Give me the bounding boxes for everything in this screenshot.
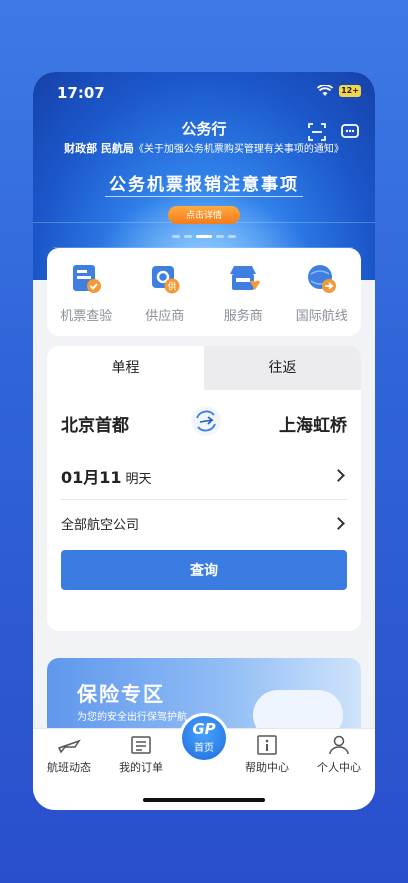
quick-entry-label: 国际航线 bbox=[295, 309, 348, 324]
tab-round-trip[interactable]: 往返 bbox=[204, 346, 361, 390]
banner-subtitle-bold: 财政部 民航局 bbox=[64, 142, 134, 155]
nav-label: 个人中心 bbox=[317, 761, 361, 774]
nav-label: 帮助中心 bbox=[245, 761, 289, 774]
date-note: 明天 bbox=[125, 471, 152, 487]
ticket-check-icon bbox=[73, 265, 102, 293]
date-value: 01月11 bbox=[61, 467, 122, 487]
supplier-icon: 供 bbox=[151, 266, 180, 294]
plane-icon bbox=[57, 739, 81, 754]
carousel-dot[interactable] bbox=[184, 235, 192, 238]
quick-entry-supplier[interactable]: 供 供应商 bbox=[130, 262, 200, 324]
svg-text:供: 供 bbox=[167, 281, 176, 293]
international-route-icon bbox=[307, 265, 336, 293]
wifi-icon bbox=[317, 85, 333, 96]
quick-entry-service-provider[interactable]: 服务商 bbox=[208, 262, 278, 324]
tab-one-way[interactable]: 单程 bbox=[47, 346, 204, 390]
nav-label: 首页 bbox=[194, 743, 214, 754]
carousel-dot[interactable] bbox=[172, 235, 180, 238]
nav-label: 航班动态 bbox=[47, 761, 91, 774]
nav-my-orders[interactable]: 我的订单 bbox=[109, 735, 173, 775]
quick-entry-label: 机票查验 bbox=[60, 309, 113, 324]
quick-entry-international-route[interactable]: 国际航线 bbox=[287, 262, 357, 324]
info-icon bbox=[257, 735, 277, 755]
user-icon bbox=[329, 735, 349, 755]
nav-profile[interactable]: 个人中心 bbox=[307, 735, 371, 775]
quick-entry-label: 服务商 bbox=[223, 309, 263, 324]
carousel-dots[interactable] bbox=[33, 235, 375, 238]
banner-subtitle: 财政部 民航局《关于加强公务机票购买管理有关事项的通知》 bbox=[33, 140, 375, 156]
swap-cities-icon[interactable] bbox=[191, 406, 221, 436]
order-list-icon bbox=[131, 736, 151, 754]
banner-divider bbox=[105, 196, 303, 197]
departure-date: 01月11 明天 bbox=[61, 464, 152, 488]
chevron-right-icon bbox=[332, 469, 345, 482]
banner-subtitle-rest: 《关于加强公务机票购买管理有关事项的通知》 bbox=[133, 144, 344, 155]
insurance-title: 保险专区 bbox=[77, 682, 165, 706]
date-row[interactable]: 01月11 明天 bbox=[61, 452, 347, 500]
status-time: 17:07 bbox=[57, 84, 105, 102]
phone-screen: 17:07 12+ 公务行 财政部 民航局《关于加强公务机票购买管理有关事项的通… bbox=[33, 72, 375, 810]
battery-icon: 12+ bbox=[339, 85, 361, 97]
home-indicator bbox=[143, 798, 265, 802]
carousel-dot[interactable] bbox=[216, 235, 224, 238]
home-logo-icon: GP bbox=[192, 720, 216, 738]
detail-button[interactable]: 点击详情 bbox=[168, 206, 240, 224]
nav-home[interactable]: GP 首页 bbox=[179, 713, 229, 763]
nav-help-center[interactable]: 帮助中心 bbox=[235, 735, 299, 775]
banner-headline: 公务机票报销注意事项 bbox=[109, 175, 299, 195]
airline-value: 全部航空公司 bbox=[61, 517, 140, 533]
service-provider-icon bbox=[230, 266, 261, 290]
status-icons: 12+ bbox=[317, 85, 361, 97]
carousel-dot[interactable] bbox=[228, 235, 236, 238]
trip-type-tabs: 单程 往返 bbox=[47, 346, 361, 390]
chevron-right-icon bbox=[332, 516, 345, 530]
quick-entry-label: 供应商 bbox=[145, 309, 185, 324]
carousel-dot-active[interactable] bbox=[196, 235, 212, 238]
quick-entries: 机票查验 供 供应商 服务商 国际航线 bbox=[47, 248, 361, 336]
from-city[interactable]: 北京首都 bbox=[61, 411, 129, 436]
booking-card: 单程 往返 北京首都 上海虹桥 01月11 明天 全部航空公司 查询 bbox=[47, 346, 361, 631]
quick-entry-ticket-check[interactable]: 机票查验 bbox=[51, 262, 121, 324]
search-button[interactable]: 查询 bbox=[61, 550, 347, 590]
to-city[interactable]: 上海虹桥 bbox=[279, 411, 347, 436]
insurance-subtitle: 为您的安全出行保驾护航 bbox=[77, 712, 187, 723]
nav-label: 我的订单 bbox=[119, 761, 163, 774]
nav-flight-status[interactable]: 航班动态 bbox=[37, 735, 101, 775]
banner-title: 公务行 bbox=[181, 120, 227, 138]
airline-row[interactable]: 全部航空公司 bbox=[61, 500, 347, 546]
